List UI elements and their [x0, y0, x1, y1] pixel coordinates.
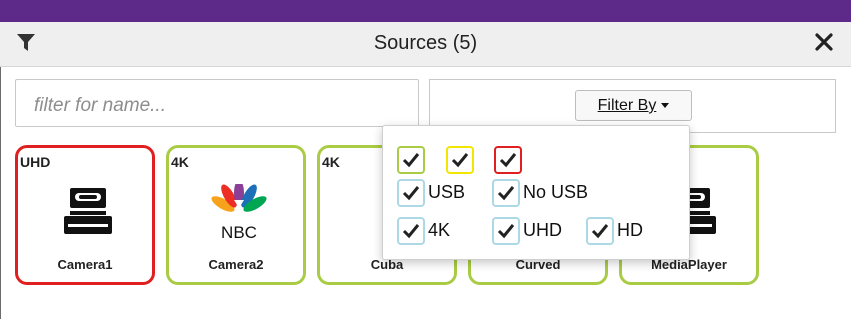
- source-name: Camera2: [208, 257, 264, 272]
- filter-hd-checkbox[interactable]: [586, 217, 614, 245]
- nbc-logo-icon: NBC: [211, 184, 267, 240]
- checkmark-icon: [402, 186, 420, 201]
- filter-green-checkbox[interactable]: [397, 146, 425, 174]
- filter-usb-label: USB: [428, 182, 466, 202]
- source-name: Camera1: [57, 257, 113, 272]
- resolution-badge: 4K: [171, 154, 189, 170]
- name-filter-input[interactable]: [32, 94, 416, 118]
- top-accent-bar: [0, 0, 851, 22]
- checkmark-icon: [499, 153, 517, 168]
- search-box: [15, 79, 419, 127]
- filter-uhd-label: UHD: [523, 220, 562, 240]
- filter-dropdown-menu: USB No USB 4K UHD HD: [382, 125, 690, 260]
- source-card-camera1[interactable]: UHD Camera1: [15, 145, 155, 285]
- caret-down-icon: [661, 103, 670, 109]
- vhs-tape-icon: [64, 188, 112, 234]
- resolution-badge: 4K: [322, 154, 340, 170]
- resolution-badge: UHD: [20, 154, 51, 170]
- window-header: Sources (5): [0, 22, 851, 67]
- filter-by-label: Filter By: [597, 97, 657, 114]
- nbc-text: NBC: [221, 223, 257, 240]
- filter-4k-label: 4K: [428, 220, 451, 240]
- filter-hd-label: HD: [617, 220, 643, 240]
- checkmark-icon: [497, 224, 515, 239]
- filter-usb-checkbox[interactable]: [397, 179, 425, 207]
- close-icon[interactable]: [815, 33, 833, 51]
- filter-4k-checkbox[interactable]: [397, 217, 425, 245]
- filter-yellow-checkbox[interactable]: [446, 146, 474, 174]
- checkmark-icon: [451, 153, 469, 168]
- filter-no-usb-checkbox[interactable]: [492, 179, 520, 207]
- checkmark-icon: [402, 153, 420, 168]
- checkmark-icon: [402, 224, 420, 239]
- checkmark-icon: [591, 224, 609, 239]
- filter-red-checkbox[interactable]: [494, 146, 522, 174]
- filter-by-dropdown-button[interactable]: Filter By: [575, 90, 692, 121]
- filter-no-usb-label: No USB: [523, 182, 589, 202]
- source-card-camera2[interactable]: 4K NBC Camera2: [166, 145, 306, 285]
- checkmark-icon: [497, 186, 515, 201]
- window-title: Sources (5): [373, 32, 478, 54]
- filter-uhd-checkbox[interactable]: [492, 217, 520, 245]
